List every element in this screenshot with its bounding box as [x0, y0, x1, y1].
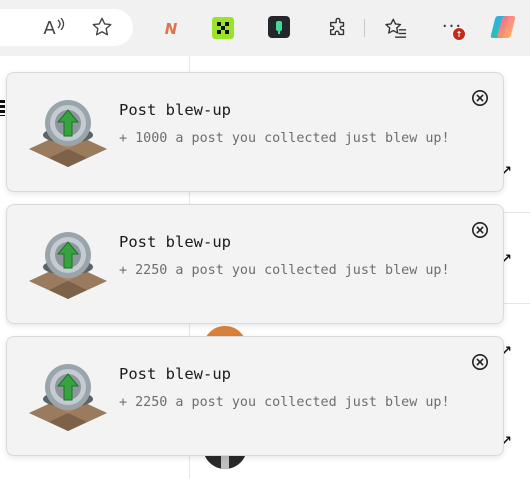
notification-toast[interactable]: Post blew-up + 2250 a post you collected…	[6, 336, 504, 456]
update-badge-glyph: ↑	[455, 29, 463, 39]
close-circle-icon[interactable]	[470, 220, 490, 240]
close-circle-icon[interactable]	[470, 352, 490, 372]
notification-message: + 2250 a post you collected just blew up…	[119, 263, 450, 278]
copilot-icon[interactable]	[488, 12, 518, 42]
notification-title: Post blew-up	[119, 365, 231, 383]
favorites-icon[interactable]	[383, 16, 409, 40]
post-blew-up-icon	[27, 95, 109, 169]
extension-n-glyph: N	[164, 20, 178, 38]
favorite-star-icon[interactable]	[90, 15, 114, 39]
read-aloud-glyph: A	[43, 17, 56, 39]
post-blew-up-icon	[27, 359, 109, 433]
browser-toolbar: A N ··· ↑	[0, 0, 530, 56]
extensions-puzzle-icon[interactable]	[326, 16, 350, 40]
update-badge-icon: ↑	[452, 27, 466, 41]
extension-green-icon[interactable]	[212, 17, 234, 39]
post-blew-up-icon	[27, 227, 109, 301]
extension-n-icon[interactable]: N	[160, 18, 182, 40]
notification-message: + 1000 a post you collected just blew up…	[119, 131, 450, 146]
close-circle-icon[interactable]	[470, 88, 490, 108]
notification-toast[interactable]: Post blew-up + 2250 a post you collected…	[6, 204, 504, 324]
notification-message: + 2250 a post you collected just blew up…	[119, 395, 450, 410]
notification-title: Post blew-up	[119, 101, 231, 119]
extension-dark-icon[interactable]	[268, 16, 290, 38]
notification-toast[interactable]: Post blew-up + 1000 a post you collected…	[6, 72, 504, 192]
toolbar-separator	[364, 19, 365, 37]
menu-icon[interactable]	[0, 100, 5, 116]
notification-title: Post blew-up	[119, 233, 231, 251]
read-aloud-icon[interactable]: A	[42, 16, 66, 40]
